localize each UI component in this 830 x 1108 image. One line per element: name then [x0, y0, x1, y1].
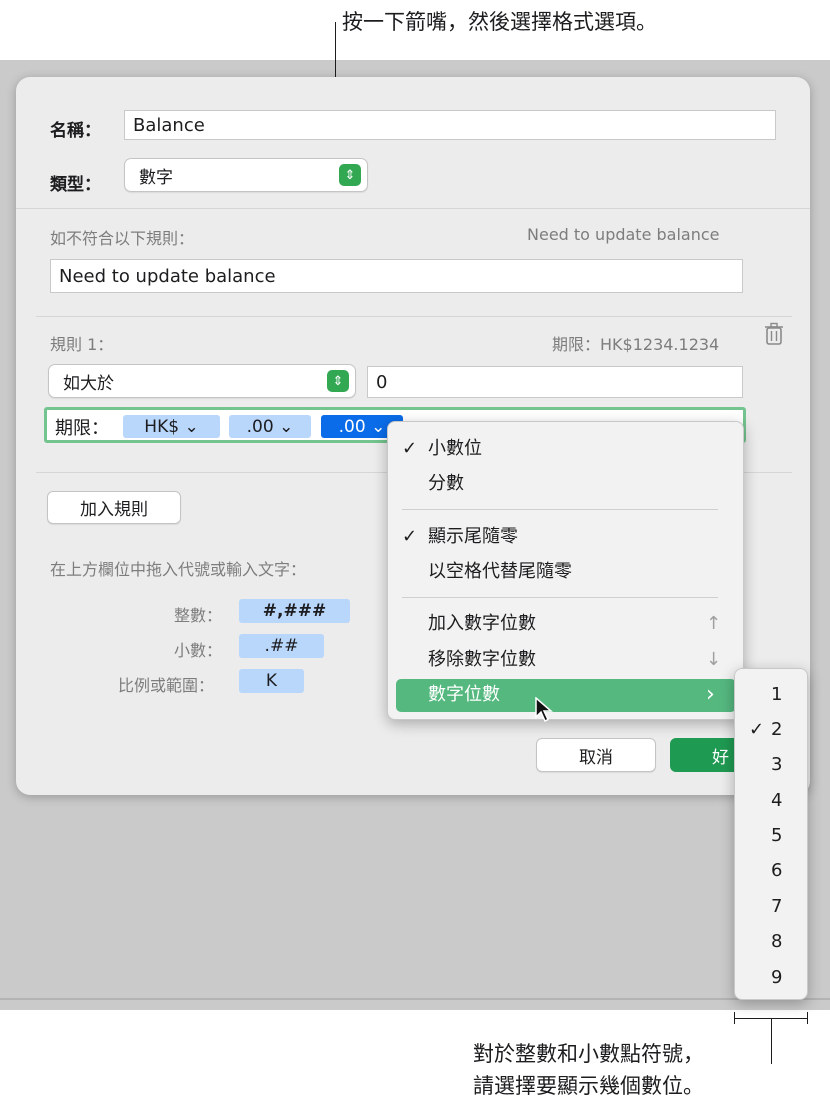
format-menu: ✓ 小數位 分數 ✓ 顯示尾隨零 以空格代替尾隨零 加入數字位數 ↑ 移除數字位…	[387, 421, 744, 720]
menu-item-add-digit[interactable]: 加入數字位數	[428, 609, 536, 639]
type-popup-value: 數字	[139, 167, 173, 188]
menu-separator	[402, 597, 718, 598]
type-popup-arrows-icon: ⇕	[339, 164, 361, 186]
currency-token[interactable]: HK$ ⌄	[123, 415, 220, 438]
digit-option[interactable]: 9	[771, 963, 782, 993]
digit-option[interactable]: 6	[771, 856, 782, 886]
integer-label: 整數：	[174, 606, 223, 625]
bottom-callout-line2: 請選擇要顯示幾個數位。	[473, 1074, 704, 1098]
integer-format-token[interactable]: .00 ⌄	[229, 415, 311, 438]
menu-item-decimal[interactable]: 小數位	[428, 434, 482, 464]
condition-popup-value: 如大於	[63, 373, 114, 394]
mouse-pointer-icon	[535, 696, 555, 725]
name-label: 名稱：	[50, 121, 101, 141]
rule1-preview: 期限：HK$1234.1234	[552, 335, 720, 354]
scale-token[interactable]: K	[239, 669, 304, 693]
digit-option[interactable]: 5	[771, 821, 782, 851]
digit-option-selected[interactable]: 2	[771, 715, 782, 745]
decimal-label: 小數：	[174, 641, 223, 660]
menu-item-space-trailing-zeros[interactable]: 以空格代替尾隨零	[428, 557, 572, 587]
name-field-value: Balance	[133, 114, 205, 136]
condition-value-field[interactable]: 0	[367, 366, 743, 398]
type-label: 類型：	[50, 175, 101, 195]
digit-option[interactable]: 8	[771, 927, 782, 957]
bracket-line	[807, 1012, 808, 1024]
menu-item-digits[interactable]: 數字位數	[428, 680, 500, 710]
bottom-callout-line1: 對於整數和小數點符號，	[473, 1042, 704, 1066]
digit-option[interactable]: 4	[771, 786, 782, 816]
type-popup[interactable]: 數字 ⇕	[124, 158, 368, 192]
digit-option[interactable]: 1	[771, 680, 782, 710]
integer-token[interactable]: #,###	[239, 599, 350, 623]
divider	[16, 208, 810, 209]
divider	[36, 316, 792, 317]
condition-popup-arrows-icon: ⇕	[327, 370, 349, 392]
digits-submenu: 1 ✓ 2 3 4 5 6 7 8 9	[734, 668, 808, 1000]
chevron-right-icon: ›	[706, 682, 715, 707]
decimal-token[interactable]: .##	[239, 634, 324, 658]
digit-option[interactable]: 7	[771, 892, 782, 922]
check-icon: ✓	[749, 719, 765, 740]
name-field[interactable]: Balance	[124, 110, 776, 140]
check-icon: ✓	[402, 438, 418, 459]
menu-separator	[402, 509, 718, 510]
limit-label: 期限：	[55, 418, 109, 439]
rule1-label: 規則 1：	[50, 335, 114, 354]
fail-rule-label: 如不符合以下規則：	[50, 229, 195, 248]
menu-item-fraction[interactable]: 分數	[428, 469, 464, 499]
condition-value: 0	[376, 371, 388, 393]
arrow-up-icon: ↑	[706, 613, 722, 634]
bracket-line	[734, 1012, 735, 1024]
add-rule-button[interactable]: 加入規則	[47, 491, 181, 524]
fail-message-field[interactable]: Need to update balance	[50, 259, 743, 293]
trash-icon[interactable]	[764, 322, 784, 346]
digit-option[interactable]: 3	[771, 750, 782, 780]
check-icon: ✓	[402, 526, 418, 547]
backdrop-divider	[0, 998, 830, 1000]
condition-popup[interactable]: 如大於 ⇕	[48, 364, 356, 398]
fail-rule-preview: Need to update balance	[527, 225, 720, 244]
fail-message-value: Need to update balance	[59, 265, 276, 287]
drag-hint: 在上方欄位中拖入代號或輸入文字：	[50, 560, 307, 579]
cancel-button[interactable]: 取消	[536, 738, 656, 772]
scale-label: 比例或範圍：	[118, 676, 215, 695]
bottom-callout-line	[771, 1018, 772, 1064]
menu-item-show-trailing-zeros[interactable]: 顯示尾隨零	[428, 522, 518, 552]
top-callout: 按一下箭嘴，然後選擇格式選項。	[342, 10, 657, 34]
arrow-down-icon: ↓	[706, 649, 722, 670]
menu-item-remove-digit[interactable]: 移除數字位數	[428, 645, 536, 675]
